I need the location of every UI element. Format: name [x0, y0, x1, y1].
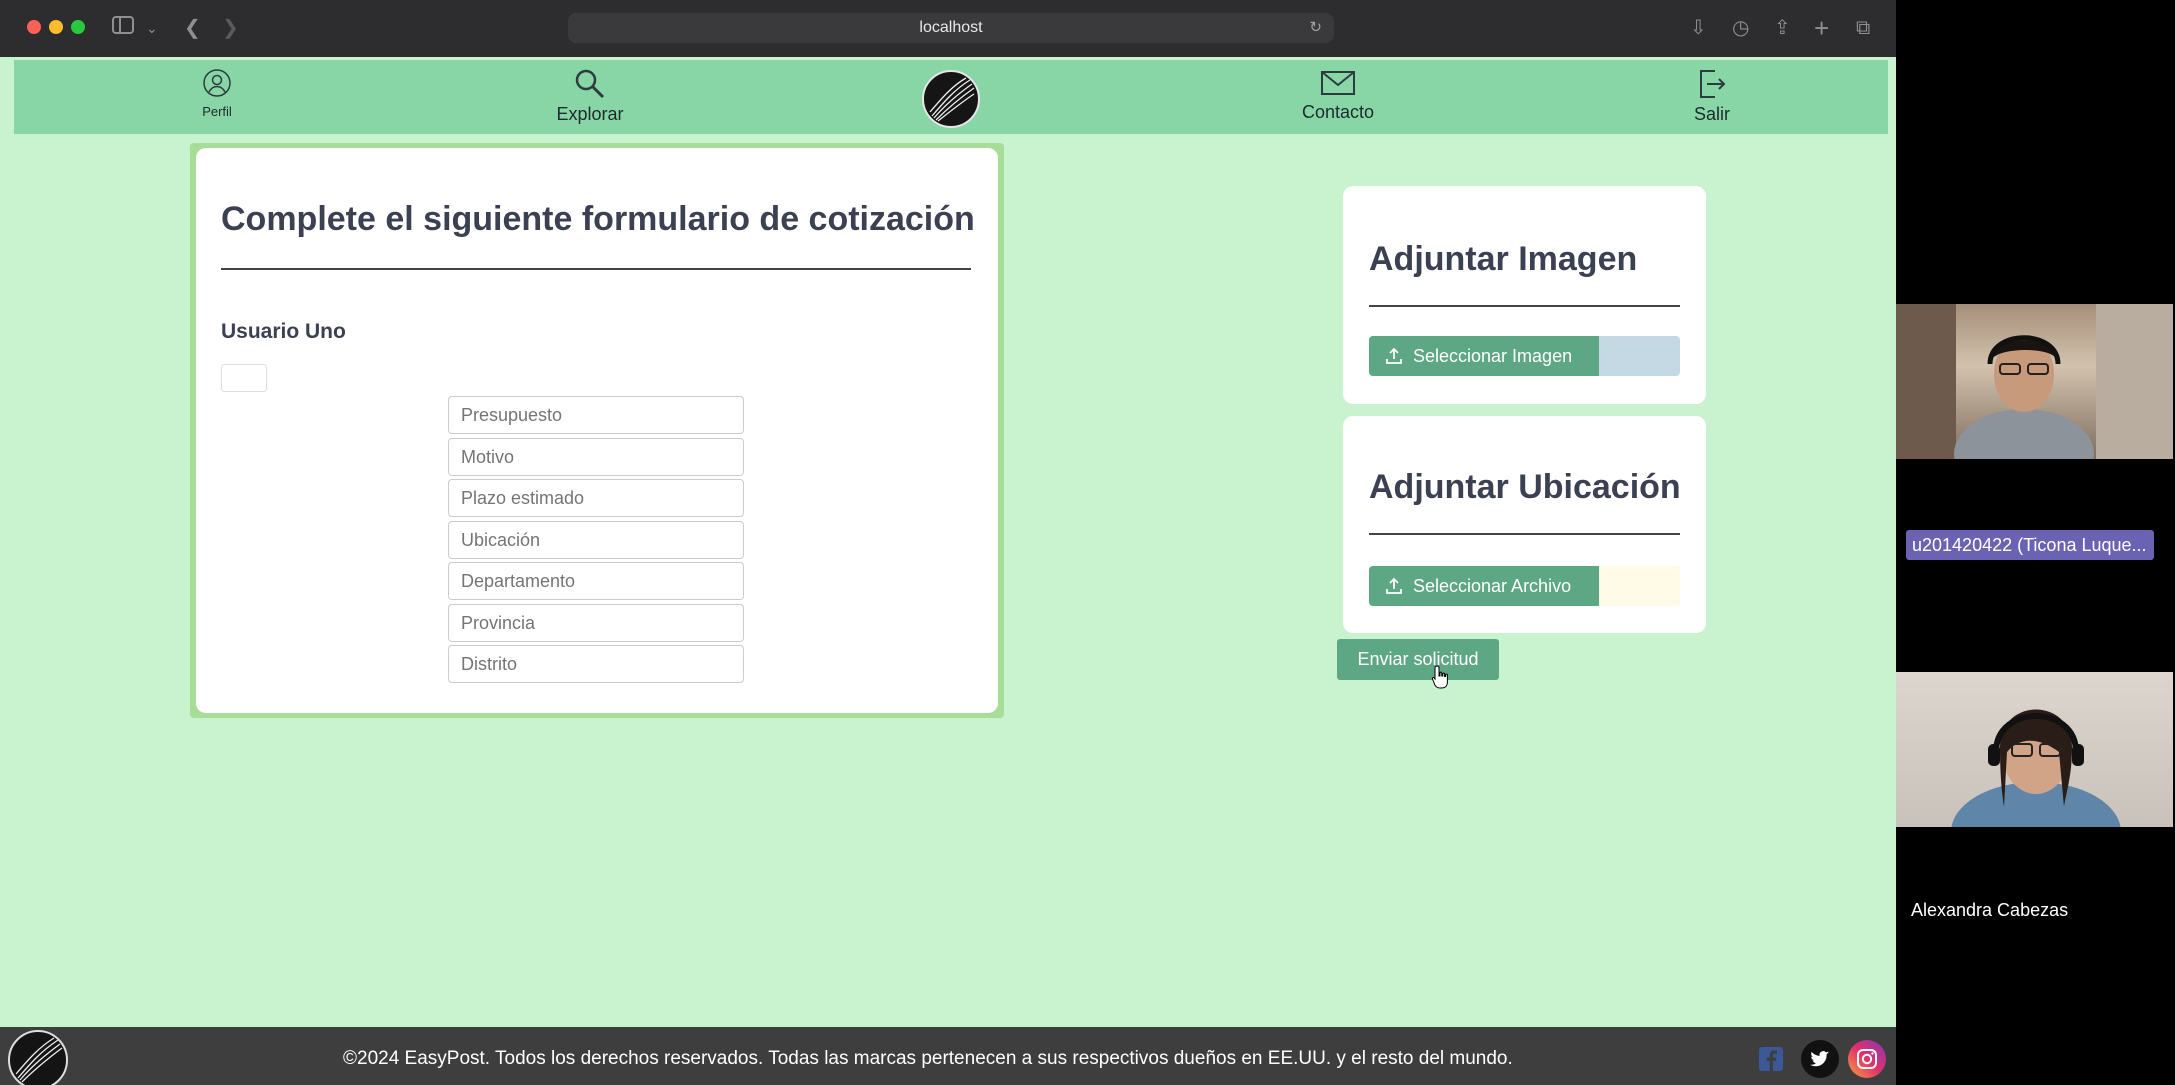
attach-location-title: Adjuntar Ubicación — [1369, 468, 1681, 506]
form-title: Complete el siguiente formulario de coti… — [221, 200, 975, 238]
distrito-input[interactable] — [448, 645, 744, 683]
logout-icon — [1700, 70, 1726, 98]
mail-icon — [1321, 71, 1355, 95]
select-image-label: Seleccionar Imagen — [1413, 346, 1573, 366]
browser-titlebar: ⌄ ❮ ❯ localhost ↻ ⇩ ◷ ⇪ + ⧉ — [0, 0, 1896, 57]
nav-explorar[interactable]: Explorar — [540, 60, 640, 134]
user-icon — [203, 69, 231, 97]
presupuesto-input[interactable] — [448, 396, 744, 434]
upload-icon — [1386, 577, 1402, 594]
address-bar[interactable]: localhost ↻ — [568, 13, 1334, 43]
back-arrow-icon[interactable]: ❮ — [184, 14, 201, 42]
select-file-label: Seleccionar Archivo — [1413, 576, 1572, 596]
upload-icon — [1386, 347, 1402, 364]
share-icon[interactable]: ⇪ — [1774, 14, 1791, 42]
sidebar-toggle-icon[interactable] — [112, 14, 134, 42]
hand-cursor-icon — [1431, 664, 1451, 695]
instagram-icon[interactable] — [1848, 1040, 1886, 1078]
attach-location-divider — [1369, 533, 1680, 535]
search-icon — [575, 69, 605, 99]
nav-perfil[interactable]: Perfil — [180, 60, 254, 134]
select-file-button[interactable]: Seleccionar Archivo — [1369, 566, 1599, 606]
user-avatar-box — [221, 364, 267, 392]
footer-text: ©2024 EasyPost. Todos los derechos reser… — [343, 1048, 1513, 1069]
zoom-window-button[interactable] — [71, 20, 85, 34]
ubicacion-input[interactable] — [448, 521, 744, 559]
participant-name-2: Alexandra Cabezas — [1911, 900, 2069, 920]
nav-contacto[interactable]: Contacto — [1280, 60, 1396, 134]
motivo-input[interactable] — [448, 438, 744, 476]
participant-video-2 — [1896, 672, 2173, 827]
attach-image-card: Adjuntar Imagen Seleccionar Imagen — [1343, 186, 1706, 404]
user-name: Usuario Uno — [221, 320, 346, 343]
plazo-input[interactable] — [448, 479, 744, 517]
new-tab-icon[interactable]: + — [1814, 14, 1829, 42]
browser-window: ⌄ ❮ ❯ localhost ↻ ⇩ ◷ ⇪ + ⧉ Perfil Explo… — [0, 0, 1896, 1085]
attach-image-title: Adjuntar Imagen — [1369, 240, 1638, 278]
nav-perfil-label: Perfil — [202, 104, 232, 119]
twitter-icon[interactable] — [1801, 1040, 1839, 1078]
form-divider — [221, 268, 971, 270]
select-image-button[interactable]: Seleccionar Imagen — [1369, 336, 1599, 376]
attach-image-divider — [1369, 305, 1680, 307]
departamento-input[interactable] — [448, 562, 744, 600]
participant-name-1: u201420422 (Ticona Luque... — [1906, 530, 2154, 560]
image-file-status — [1599, 336, 1680, 376]
chevron-down-icon[interactable]: ⌄ — [146, 14, 158, 42]
footer: ©2024 EasyPost. Todos los derechos reser… — [0, 1027, 1896, 1085]
app-logo[interactable] — [922, 70, 980, 128]
nav-salir-label: Salir — [1693, 104, 1730, 124]
participant-video-1 — [1896, 304, 2173, 459]
attach-location-card: Adjuntar Ubicación Seleccionar Archivo — [1343, 416, 1706, 633]
close-window-button[interactable] — [27, 20, 41, 34]
tab-overview-icon[interactable]: ⧉ — [1856, 14, 1870, 42]
provincia-input[interactable] — [448, 604, 744, 642]
nav-salir[interactable]: Salir — [1674, 60, 1750, 134]
location-file-status — [1599, 566, 1680, 606]
nav-explorar-label: Explorar — [556, 104, 624, 124]
forward-arrow-icon[interactable]: ❯ — [222, 14, 239, 42]
send-request-button[interactable]: Enviar solicitud — [1337, 639, 1499, 680]
download-icon[interactable]: ⇩ — [1690, 14, 1707, 42]
history-icon[interactable]: ◷ — [1732, 14, 1749, 42]
reload-icon[interactable]: ↻ — [1309, 13, 1322, 43]
nav-contacto-label: Contacto — [1301, 102, 1375, 122]
footer-logo[interactable] — [8, 1030, 68, 1085]
quote-form-card: Complete el siguiente formulario de coti… — [196, 148, 998, 713]
minimize-window-button[interactable] — [49, 20, 63, 34]
facebook-icon[interactable] — [1754, 1042, 1788, 1076]
address-text: localhost — [919, 19, 983, 36]
